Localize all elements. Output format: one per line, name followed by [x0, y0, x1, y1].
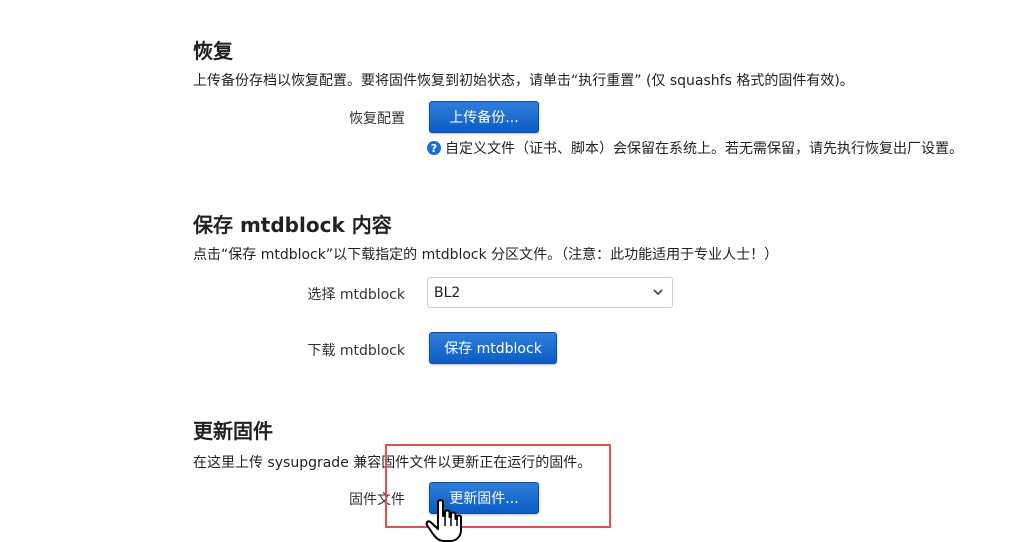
save-mtdblock-button[interactable]: 保存 mtdblock [429, 332, 557, 364]
restore-title: 恢复 [193, 39, 233, 63]
restore-hint: ? 自定义文件（证书、脚本）会保留在系统上。若无需保留，请先执行恢复出厂设置。 [427, 138, 963, 158]
mtdblock-description: 点击“保存 mtdblock”以下载指定的 mtdblock 分区文件。（注意：… [193, 247, 779, 263]
mtdblock-select[interactable]: BL2 [427, 277, 673, 308]
firmware-title: 更新固件 [193, 419, 273, 443]
firmware-description: 在这里上传 sysupgrade 兼容固件文件以更新正在运行的固件。 [193, 455, 592, 471]
hand-pointer-cursor-icon [425, 499, 462, 542]
upload-backup-button[interactable]: 上传备份... [429, 101, 539, 133]
download-mtdblock-label: 下载 mtdblock [307, 343, 405, 359]
chevron-down-icon [653, 289, 663, 296]
question-circle-icon: ? [427, 141, 441, 155]
mtdblock-select-value: BL2 [434, 284, 461, 301]
restore-description: 上传备份存档以恢复配置。要将固件恢复到初始状态，请单击“执行重置” (仅 squ… [193, 73, 854, 89]
restore-hint-text: 自定义文件（证书、脚本）会保留在系统上。若无需保留，请先执行恢复出厂设置。 [445, 141, 963, 157]
restore-config-label: 恢复配置 [349, 111, 405, 127]
select-mtdblock-label: 选择 mtdblock [307, 287, 405, 303]
mtdblock-title: 保存 mtdblock 内容 [193, 213, 392, 237]
firmware-file-label: 固件文件 [349, 492, 405, 508]
